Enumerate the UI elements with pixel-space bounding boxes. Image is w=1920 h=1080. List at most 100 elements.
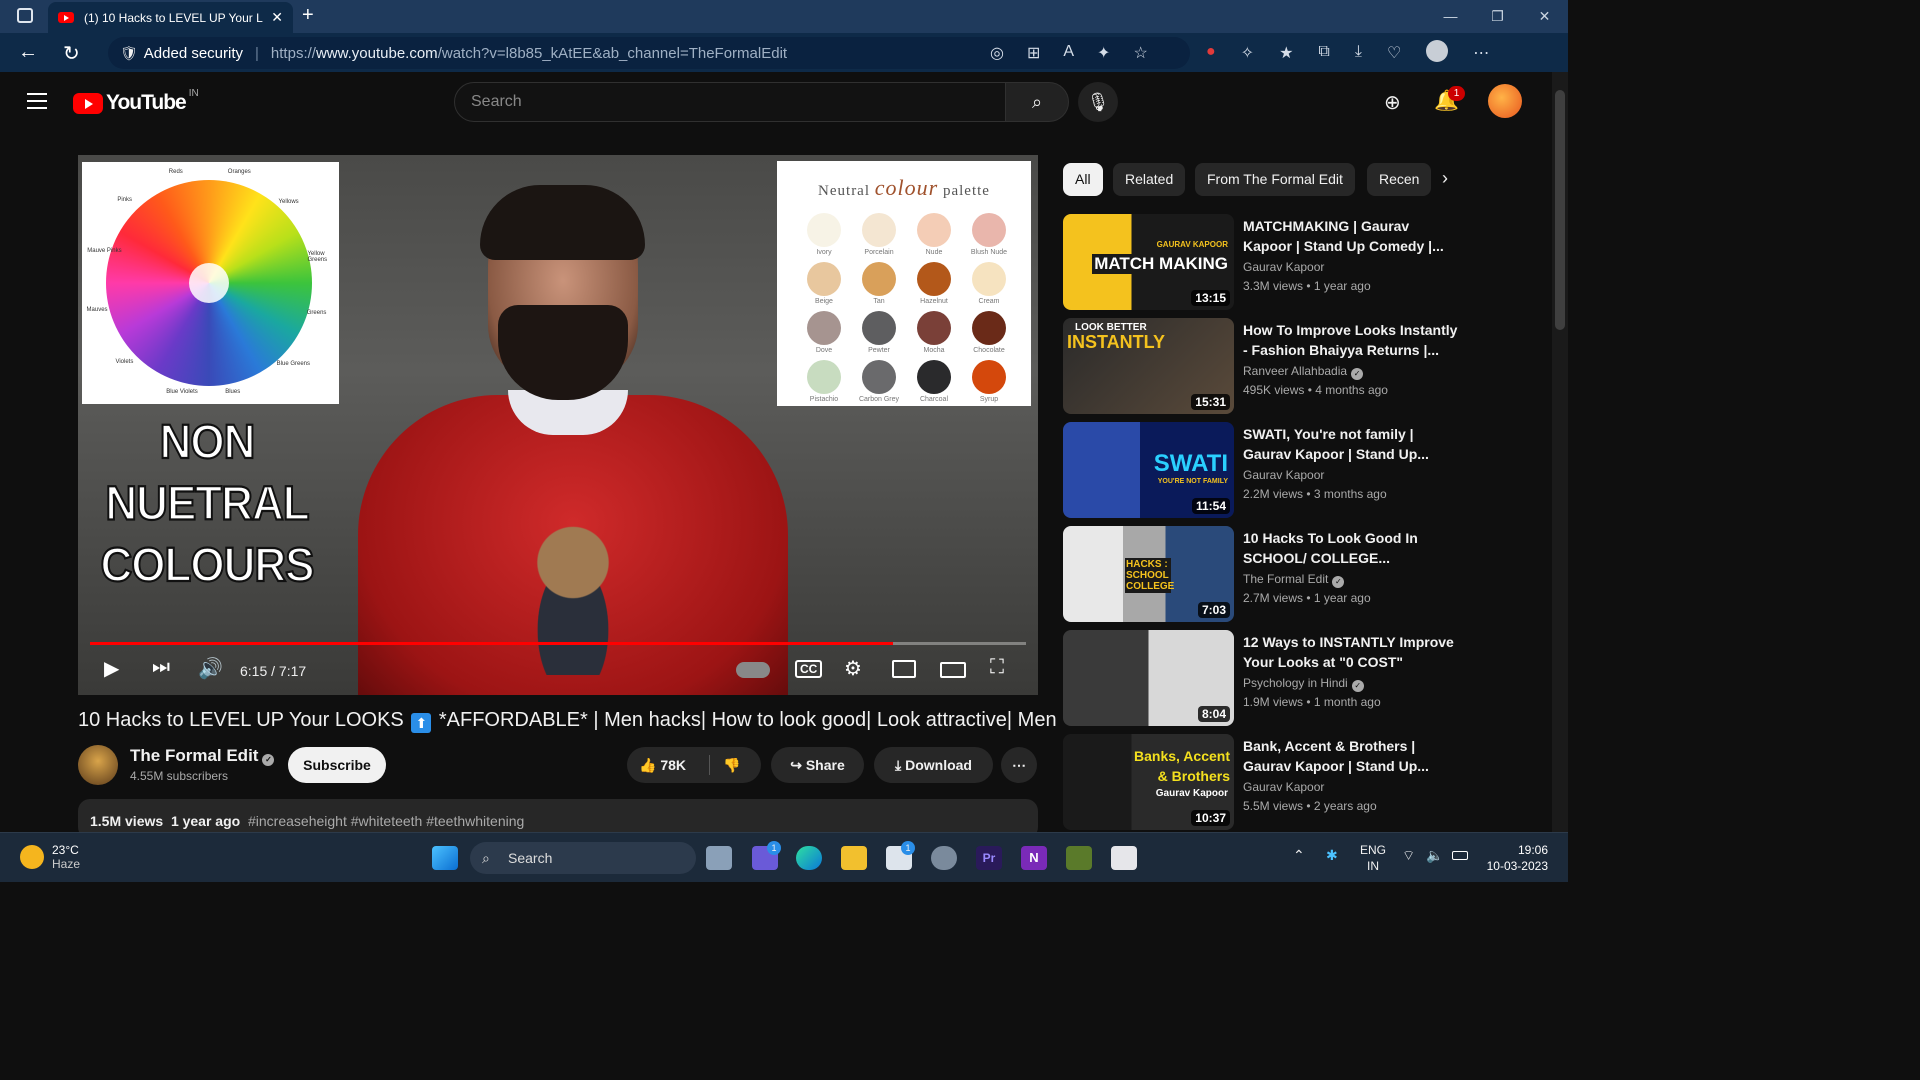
page-scrollbar[interactable] bbox=[1552, 72, 1568, 832]
recommendation-item[interactable]: GAURAV KAPOOR MATCH MAKING 13:15 MATCHMAKIN… bbox=[1063, 214, 1543, 310]
read-aloud-icon[interactable]: A bbox=[1063, 43, 1074, 63]
more-menu-icon[interactable]: ⋯ bbox=[1473, 43, 1489, 63]
scrollbar-thumb[interactable] bbox=[1555, 90, 1565, 330]
new-tab-icon[interactable]: + bbox=[302, 4, 314, 27]
recommendation-thumbnail[interactable]: GAURAV KAPOOR MATCH MAKING 13:15 bbox=[1063, 214, 1234, 310]
search-input[interactable]: Search bbox=[454, 82, 1006, 122]
play-icon[interactable]: ▶ bbox=[104, 656, 119, 681]
extensions-icon[interactable]: ✧ bbox=[1241, 43, 1254, 63]
profile-icon[interactable] bbox=[1426, 40, 1449, 62]
downloads-icon[interactable]: ⤓ bbox=[1355, 43, 1362, 63]
settings-gear-icon[interactable]: ⚙ bbox=[844, 656, 862, 681]
file-explorer-icon[interactable] bbox=[841, 846, 867, 870]
chevron-up-icon[interactable]: ⌃ bbox=[1293, 847, 1305, 864]
recommendation-thumbnail[interactable]: HACKS : SCHOOL COLLEGE 7:03 bbox=[1063, 526, 1234, 622]
close-tab-icon[interactable]: ✕ bbox=[271, 9, 283, 26]
youtube-logo[interactable]: YouTube IN bbox=[73, 88, 199, 115]
hamburger-menu-icon[interactable] bbox=[27, 93, 47, 114]
recommendation-item[interactable]: YOU'RE NOT FAMILY SWATI 11:54 SWATI, You're… bbox=[1063, 422, 1543, 518]
task-view-icon[interactable] bbox=[706, 846, 732, 870]
recommendation-channel[interactable]: Psychology in Hindi ✓ bbox=[1243, 676, 1364, 692]
channel-name[interactable]: The Formal Edit ✓ bbox=[130, 746, 275, 766]
back-icon[interactable]: ← bbox=[18, 41, 38, 64]
miniplayer-icon[interactable] bbox=[892, 660, 916, 678]
taskbar-search[interactable]: ⌕ Search bbox=[470, 842, 696, 874]
weather-widget[interactable]: 23°C Haze bbox=[20, 843, 80, 871]
share-button[interactable]: ↪ Share bbox=[771, 747, 864, 783]
speaker-icon[interactable]: 🔈 bbox=[1426, 847, 1443, 864]
apps-icon[interactable]: ⊞ bbox=[1027, 43, 1040, 63]
theater-mode-icon[interactable] bbox=[940, 662, 966, 678]
favorites-icon[interactable]: ★ bbox=[1279, 43, 1293, 63]
refresh-icon[interactable]: ↻ bbox=[63, 41, 80, 66]
autoplay-toggle[interactable] bbox=[736, 662, 770, 678]
recommendation-title[interactable]: MATCHMAKING | Gaurav Kapoor | Stand Up C… bbox=[1243, 216, 1458, 256]
volume-icon[interactable]: 🔊 bbox=[198, 656, 223, 681]
recommendation-channel[interactable]: Ranveer Allahbadia ✓ bbox=[1243, 364, 1364, 380]
tracking-icon[interactable]: ◎ bbox=[990, 43, 1004, 63]
clock[interactable]: 19:06 10-03-2023 bbox=[1487, 842, 1548, 874]
create-video-icon[interactable]: ⊕ bbox=[1384, 90, 1401, 115]
voice-search-icon[interactable]: 🎙 bbox=[1078, 82, 1118, 122]
maximize-icon[interactable]: ❐ bbox=[1474, 0, 1521, 33]
captions-icon[interactable]: CC bbox=[795, 660, 823, 678]
recommendation-item[interactable]: 8:04 12 Ways to INSTANTLY Improve Your Lo… bbox=[1063, 630, 1543, 726]
video-title: 10 Hacks to LEVEL UP Your LOOKS ⬆ *AFFOR… bbox=[78, 709, 1057, 733]
recommendation-channel[interactable]: Gaurav Kapoor bbox=[1243, 468, 1324, 482]
app-icon[interactable] bbox=[1066, 846, 1092, 870]
recommendation-channel[interactable]: Gaurav Kapoor bbox=[1243, 780, 1324, 794]
recommendation-item[interactable]: HACKS : SCHOOL COLLEGE 7:03 10 Hacks To Lo… bbox=[1063, 526, 1543, 622]
browser-tab[interactable]: (1) 10 Hacks to LEVEL UP Your LO ✕ bbox=[48, 2, 293, 33]
recommendation-title[interactable]: Bank, Accent & Brothers | Gaurav Kapoor … bbox=[1243, 736, 1458, 776]
progress-bar[interactable] bbox=[90, 642, 1026, 645]
filter-chip[interactable]: From The Formal Edit bbox=[1195, 163, 1355, 196]
recommendation-thumbnail[interactable]: Gaurav Kapoor Banks, Accent & Brothers 10:… bbox=[1063, 734, 1234, 830]
extension-badge-icon[interactable]: ✦ bbox=[1097, 43, 1110, 63]
battery-icon[interactable] bbox=[1452, 851, 1468, 860]
recommendation-title[interactable]: SWATI, You're not family | Gaurav Kapoor… bbox=[1243, 424, 1458, 464]
chip-scroll-right-icon[interactable]: › bbox=[1442, 168, 1448, 189]
channel-avatar[interactable] bbox=[78, 745, 118, 785]
close-window-icon[interactable]: ✕ bbox=[1521, 0, 1568, 33]
recommendation-thumbnail[interactable]: 8:04 bbox=[1063, 630, 1234, 726]
add-favorite-icon[interactable]: ☆ bbox=[1133, 43, 1147, 63]
search-button[interactable]: ⌕ bbox=[1005, 82, 1069, 122]
dislike-button[interactable]: 👎 bbox=[723, 747, 740, 783]
collections-icon[interactable]: ⧉ bbox=[1318, 43, 1329, 63]
language-indicator[interactable]: ENG IN bbox=[1360, 842, 1386, 874]
like-button[interactable]: 👍 78K bbox=[639, 747, 686, 783]
wifi-icon[interactable]: ⌔ bbox=[1402, 847, 1415, 865]
adblock-icon[interactable]: ● bbox=[1206, 43, 1216, 63]
tab-actions-icon[interactable] bbox=[17, 8, 33, 23]
recommendation-title[interactable]: How To Improve Looks Instantly - Fashion… bbox=[1243, 320, 1458, 360]
recommendation-title[interactable]: 10 Hacks To Look Good In SCHOOL/ COLLEGE… bbox=[1243, 528, 1458, 568]
filter-chip[interactable]: Related bbox=[1113, 163, 1186, 196]
recommendation-channel[interactable]: Gaurav Kapoor bbox=[1243, 260, 1324, 274]
account-avatar[interactable] bbox=[1488, 84, 1522, 118]
video-player[interactable]: Reds Oranges Yellows Yellow Greens Greens Blu… bbox=[78, 155, 1038, 695]
snipping-tool-icon[interactable] bbox=[1111, 846, 1137, 870]
subscribe-button[interactable]: Subscribe bbox=[288, 747, 386, 783]
fullscreen-icon[interactable]: ⛶ bbox=[990, 656, 1004, 679]
hashtags[interactable]: #increaseheight #whiteteeth #teethwhiten… bbox=[248, 813, 524, 829]
onenote-icon[interactable]: N bbox=[1021, 846, 1047, 870]
recommendation-channel[interactable]: The Formal Edit ✓ bbox=[1243, 572, 1345, 588]
recommendation-title[interactable]: 12 Ways to INSTANTLY Improve Your Looks … bbox=[1243, 632, 1458, 672]
minimize-icon[interactable]: — bbox=[1427, 0, 1474, 33]
next-icon[interactable]: ⏭ bbox=[152, 656, 170, 679]
recommendation-thumbnail[interactable]: LOOK BETTER INSTANTLY 15:31 bbox=[1063, 318, 1234, 414]
recommendation-thumbnail[interactable]: YOU'RE NOT FAMILY SWATI 11:54 bbox=[1063, 422, 1234, 518]
edge-icon[interactable] bbox=[796, 846, 822, 870]
filter-chip[interactable]: Recen bbox=[1367, 163, 1431, 196]
browser-essentials-icon[interactable]: ♡ bbox=[1387, 43, 1401, 63]
settings-icon[interactable] bbox=[931, 846, 957, 870]
thumbs-down-icon: 👎 bbox=[723, 757, 741, 773]
filter-chip[interactable]: All bbox=[1063, 163, 1103, 196]
recommendation-item[interactable]: Gaurav Kapoor Banks, Accent & Brothers 10:… bbox=[1063, 734, 1543, 830]
start-icon[interactable] bbox=[432, 846, 458, 870]
premiere-pro-icon[interactable]: Pr bbox=[976, 846, 1002, 870]
more-actions-button[interactable]: ⋯ bbox=[1001, 747, 1037, 783]
recommendation-item[interactable]: LOOK BETTER INSTANTLY 15:31 How To Improve … bbox=[1063, 318, 1543, 414]
download-button[interactable]: ⤓ Download bbox=[874, 747, 993, 783]
bluetooth-icon[interactable]: ✱ bbox=[1326, 847, 1338, 864]
